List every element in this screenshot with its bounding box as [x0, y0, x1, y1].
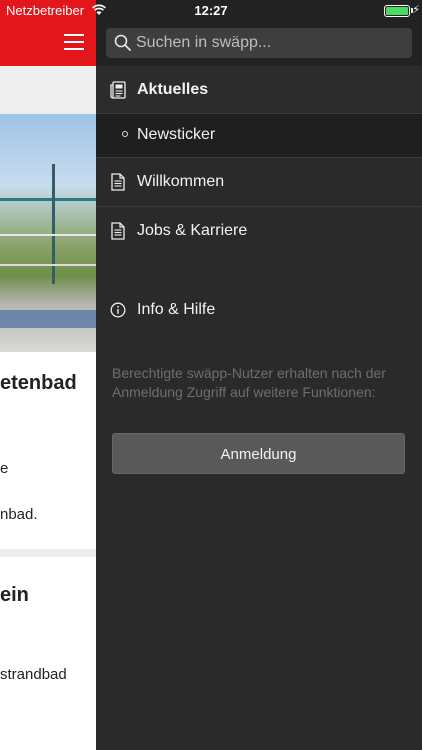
search-box[interactable] — [106, 28, 412, 58]
article-text: e — [0, 460, 9, 477]
document-icon — [111, 222, 125, 240]
bullet-icon — [122, 131, 128, 137]
menu-item-label: Jobs & Karriere — [137, 222, 248, 239]
article-title[interactable]: ein — [0, 584, 29, 607]
menu-item-label: Newsticker — [137, 126, 216, 143]
menu-item-willkommen[interactable]: Willkommen — [96, 158, 422, 206]
battery-icon — [384, 5, 410, 17]
article-text: nbad. — [0, 506, 38, 523]
search-input[interactable] — [136, 28, 406, 58]
menu-item-label: Willkommen — [137, 173, 225, 190]
info-icon — [110, 302, 126, 318]
bolt-icon: ⚡ — [412, 4, 420, 16]
subheader-strip — [0, 66, 96, 114]
article-title[interactable]: etenbad — [0, 372, 77, 395]
status-bar: Netzbetreiber 12:27 ⚡ — [0, 0, 422, 22]
article-divider — [0, 549, 96, 557]
menu-item-info-hilfe[interactable]: Info & Hilfe — [96, 286, 422, 334]
login-hint: Berechtigte swäpp-Nutzer erhalten nach d… — [112, 365, 386, 400]
login-button[interactable]: Anmeldung — [112, 433, 405, 474]
search-icon — [114, 34, 131, 51]
clock: 12:27 — [194, 3, 228, 18]
background-page: etenbad e nbad. ein strandbad — [0, 0, 96, 750]
newspaper-icon — [110, 81, 126, 99]
article-text: strandbad — [0, 666, 67, 683]
menu-item-jobs-karriere[interactable]: Jobs & Karriere — [96, 207, 422, 255]
menu-item-label: Aktuelles — [137, 81, 209, 98]
hamburger-icon[interactable] — [64, 34, 84, 50]
menu-item-label: Info & Hilfe — [137, 301, 216, 318]
article-photo[interactable] — [0, 114, 96, 352]
navigation-drawer: Aktuelles Newsticker Willkommen Jobs & K… — [96, 0, 422, 750]
menu-item-aktuelles[interactable]: Aktuelles — [96, 66, 422, 114]
document-icon — [111, 173, 125, 191]
menu-item-newsticker[interactable]: Newsticker — [96, 114, 422, 157]
